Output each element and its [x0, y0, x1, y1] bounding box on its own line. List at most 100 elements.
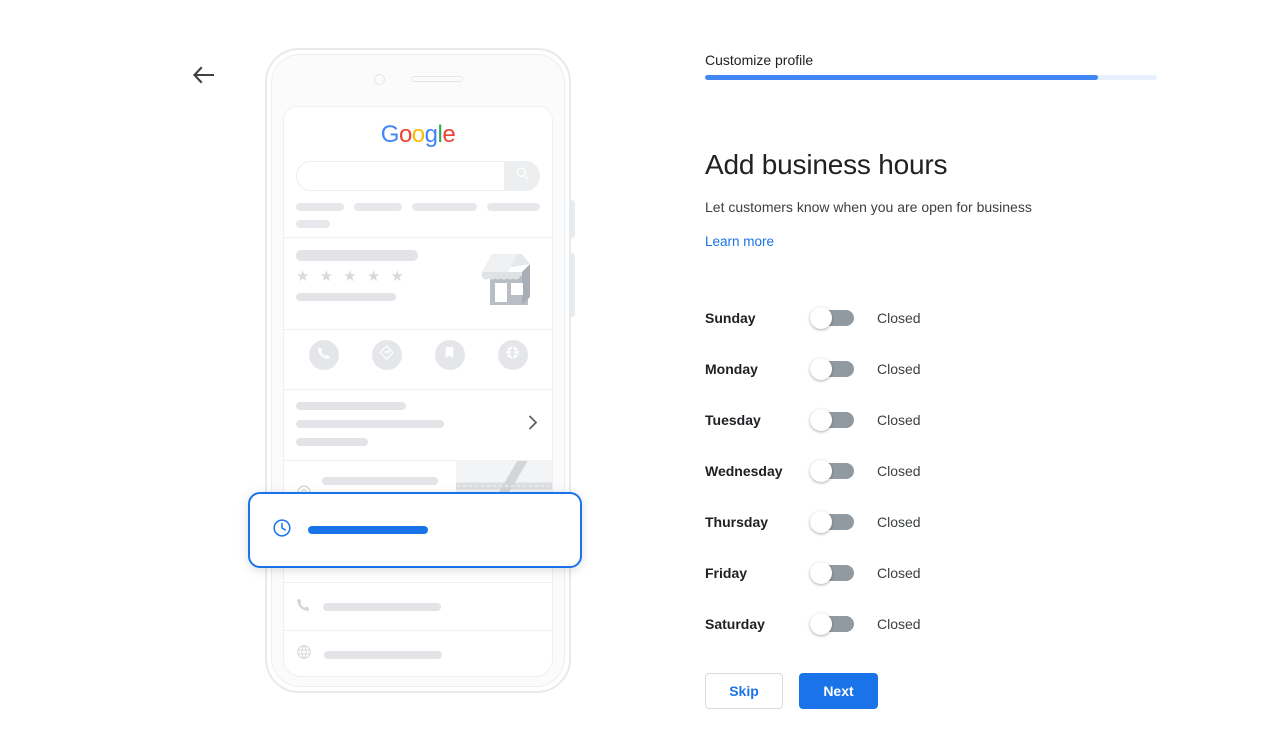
search-button — [504, 161, 540, 191]
phone-side-button-power — [571, 253, 575, 317]
day-label: Friday — [705, 564, 748, 581]
camera-icon — [373, 73, 385, 85]
business-hours-row: Sunday Closed — [705, 292, 1105, 343]
day-toggle-saturday[interactable] — [810, 612, 858, 635]
globe-icon — [296, 644, 312, 665]
toggle-knob — [810, 306, 832, 329]
day-label: Sunday — [705, 309, 756, 326]
chip-placeholder — [486, 203, 541, 211]
step-label: Customize profile — [705, 52, 814, 68]
toggle-knob — [810, 561, 832, 584]
address-line-placeholder — [322, 476, 438, 485]
day-label: Tuesday — [705, 411, 761, 428]
logo-letter: g — [424, 121, 438, 148]
toggle-knob — [810, 459, 832, 482]
directions-icon — [379, 345, 394, 365]
chip-placeholder — [354, 203, 403, 211]
preview-action-row — [284, 330, 552, 380]
chip-placeholder — [296, 220, 330, 228]
business-hours-highlight-card[interactable] — [248, 492, 582, 568]
info-line-placeholder — [296, 438, 368, 446]
day-toggle-wednesday[interactable] — [810, 459, 858, 482]
business-hours-row: Tuesday Closed — [705, 394, 1105, 445]
toggle-knob — [810, 408, 832, 431]
business-hours-row: Wednesday Closed — [705, 445, 1105, 496]
day-toggle-tuesday[interactable] — [810, 408, 858, 431]
phone-side-button-volume — [571, 200, 575, 238]
back-button[interactable] — [186, 60, 220, 94]
clock-icon — [272, 518, 292, 543]
day-label: Monday — [705, 360, 758, 377]
preview-search-bar — [296, 161, 540, 191]
website-action-button — [497, 340, 528, 370]
info-line-placeholder — [296, 420, 444, 428]
page-subtitle: Let customers know when you are open for… — [705, 199, 1032, 215]
search-icon — [515, 166, 530, 186]
globe-icon — [505, 345, 520, 365]
day-status: Closed — [877, 411, 921, 428]
phone-icon — [296, 597, 311, 617]
logo-letter: e — [442, 121, 456, 148]
phone-icon — [317, 346, 331, 365]
business-hours-row: Saturday Closed — [705, 598, 1105, 649]
day-status: Closed — [877, 360, 921, 377]
day-toggle-friday[interactable] — [810, 561, 858, 584]
business-header-text: ★ ★ ★ ★ ★ — [296, 250, 470, 308]
next-button[interactable]: Next — [799, 673, 878, 709]
preview-business-header: ★ ★ ★ ★ ★ — [284, 238, 552, 320]
day-toggle-sunday[interactable] — [810, 306, 858, 329]
save-action-button — [434, 340, 465, 370]
logo-letter: o — [398, 121, 412, 148]
logo-letter: o — [411, 121, 425, 148]
preview-info-block — [284, 390, 552, 460]
toggle-knob — [810, 357, 832, 380]
website-url-placeholder — [324, 650, 442, 659]
form-actions: Skip Next — [705, 673, 878, 709]
day-status: Closed — [877, 309, 921, 326]
preview-chip-row — [296, 203, 541, 211]
progress-bar — [705, 75, 1157, 80]
day-status: Closed — [877, 513, 921, 530]
speaker-grill-icon — [410, 76, 463, 82]
preview-phone-row — [284, 582, 552, 630]
phone-notch — [265, 70, 571, 88]
call-action-button — [308, 340, 339, 370]
business-category-placeholder — [296, 293, 396, 301]
business-hours-row: Friday Closed — [705, 547, 1105, 598]
form-panel: Customize profile Add business hours Let… — [705, 0, 1175, 747]
phone-screen: Google ★ ★ ★ ★ ★ — [283, 106, 553, 677]
storefront-icon — [478, 250, 540, 308]
day-label: Wednesday — [705, 462, 783, 479]
chevron-right-icon — [528, 415, 538, 436]
directions-action-button — [371, 340, 402, 370]
day-toggle-thursday[interactable] — [810, 510, 858, 533]
day-status: Closed — [877, 615, 921, 632]
business-hours-list: Sunday Closed Monday Closed Tuesday Closed Wed… — [705, 292, 1105, 649]
page-title: Add business hours — [705, 148, 948, 180]
business-name-placeholder — [296, 250, 418, 261]
day-label: Saturday — [705, 615, 765, 632]
rating-stars: ★ ★ ★ ★ ★ — [296, 268, 407, 285]
phone-preview: Google ★ ★ ★ ★ ★ — [248, 48, 582, 693]
info-line-placeholder — [296, 402, 406, 410]
business-hours-row: Monday Closed — [705, 343, 1105, 394]
day-status: Closed — [877, 462, 921, 479]
learn-more-link[interactable]: Learn more — [705, 234, 774, 249]
arrow-left-icon — [192, 66, 215, 89]
onboarding-screen: Google ★ ★ ★ ★ ★ Customize profile Add b… — [0, 0, 1270, 747]
skip-button[interactable]: Skip — [705, 673, 783, 709]
progress-bar-fill — [705, 75, 1099, 80]
day-toggle-monday[interactable] — [810, 357, 858, 380]
logo-letter: G — [380, 121, 400, 148]
preview-website-row — [284, 630, 552, 676]
google-logo: Google — [284, 107, 552, 149]
business-hours-row: Thursday Closed — [705, 496, 1105, 547]
phone-number-placeholder — [323, 602, 441, 611]
day-status: Closed — [877, 564, 921, 581]
toggle-knob — [810, 510, 832, 533]
hours-value-placeholder — [308, 526, 428, 534]
day-label: Thursday — [705, 513, 769, 530]
toggle-knob — [810, 612, 832, 635]
chip-placeholder — [296, 203, 345, 211]
chip-placeholder — [412, 203, 477, 211]
